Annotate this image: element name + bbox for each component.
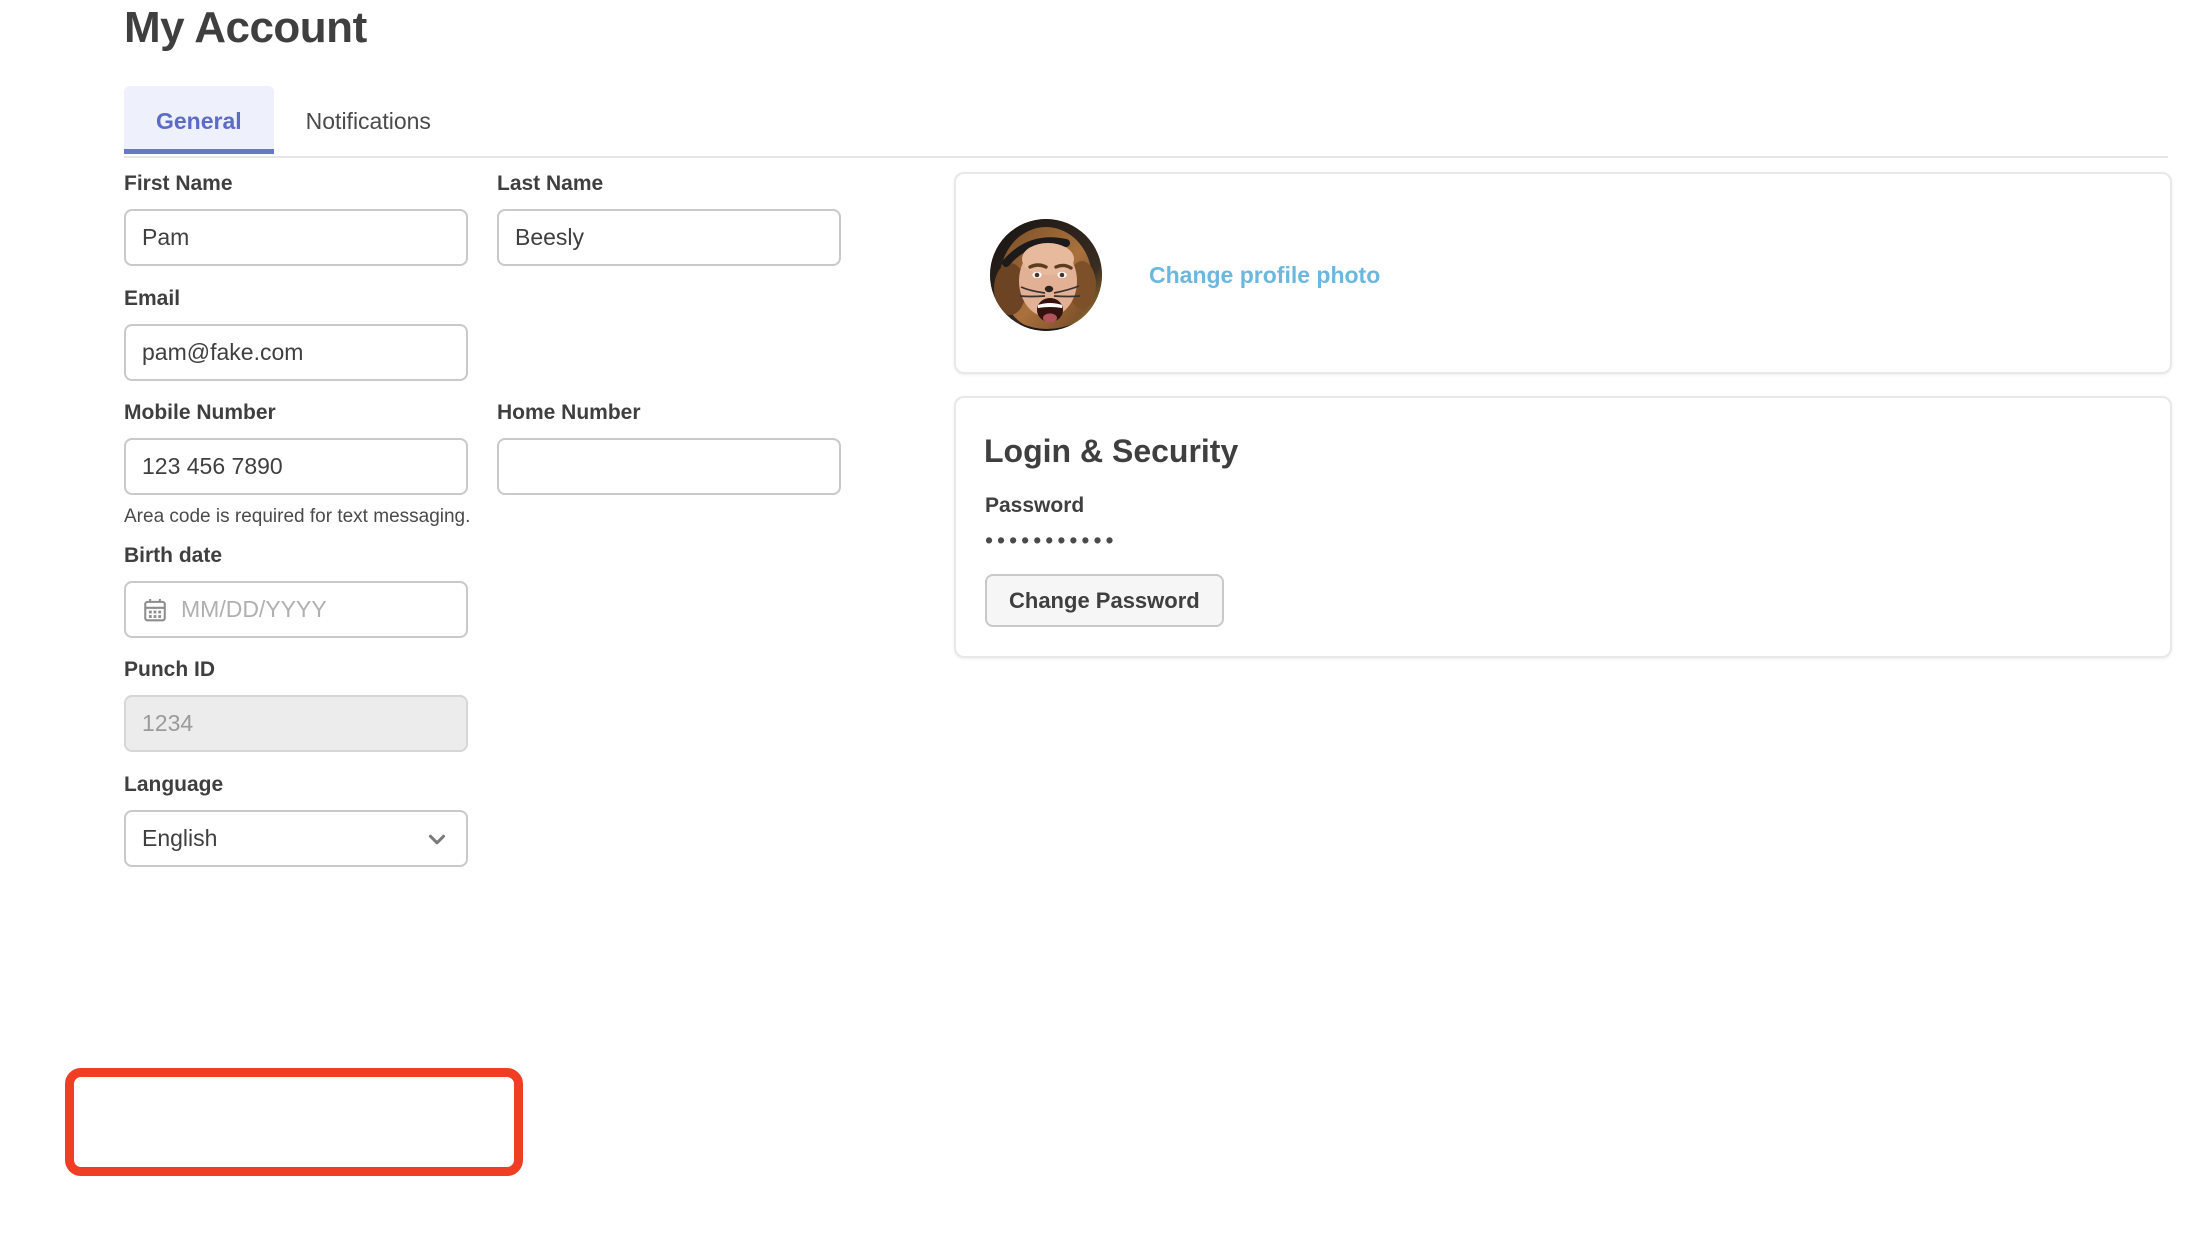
language-label: Language [124,773,224,796]
home-number-label: Home Number [497,401,641,424]
mobile-number-helper: Area code is required for text messaging… [124,506,471,527]
home-number-input[interactable] [497,438,841,495]
tab-bar: General Notifications [124,86,463,154]
password-masked-value: ••••••••••• [985,527,1118,553]
mobile-number-value: 123 456 7890 [142,453,283,479]
birth-date-placeholder: MM/DD/YYYY [181,596,327,622]
profile-photo-card: Change profile photo [954,172,2172,374]
tab-divider [124,156,2168,158]
mobile-number-input[interactable]: 123 456 7890 [124,438,468,495]
chevron-down-icon [428,834,446,844]
field-first-name: First Name Pam [124,172,468,266]
birth-date-label: Birth date [124,544,223,567]
first-name-value: Pam [142,224,190,250]
field-language: Language English [124,773,468,867]
email-input[interactable]: pam@fake.com [124,324,468,381]
change-password-label: Change Password [1009,587,1200,613]
punch-id-label: Punch ID [124,658,216,681]
login-security-card: Login & Security Password ••••••••••• Ch… [954,396,2172,658]
login-security-title: Login & Security [984,433,1239,469]
tab-general[interactable]: General [124,86,274,154]
field-home-number: Home Number [497,401,841,495]
field-birth-date: Birth date MM/DD/YYYY [124,544,468,638]
tab-general-label: General [156,108,242,134]
language-value: English [142,825,218,851]
avatar [990,219,1102,331]
field-last-name: Last Name Beesly [497,172,841,266]
email-value: pam@fake.com [142,339,304,365]
field-mobile-number: Mobile Number 123 456 7890 Area code is … [124,401,470,528]
language-select[interactable]: English [124,810,468,867]
last-name-label: Last Name [497,172,604,195]
avatar-image [990,219,1102,331]
birth-date-input[interactable]: MM/DD/YYYY [124,581,468,638]
last-name-value: Beesly [515,224,585,250]
page-title: My Account [124,3,367,52]
last-name-input[interactable]: Beesly [497,209,841,266]
change-password-button[interactable]: Change Password [985,574,1224,627]
tab-notifications-label: Notifications [305,108,431,134]
first-name-label: First Name [124,172,233,195]
email-label: Email [124,287,181,310]
highlight-annotation-language [65,1068,523,1176]
punch-id-value: 1234 [142,710,194,736]
tab-notifications[interactable]: Notifications [274,86,463,154]
calendar-icon [144,598,166,621]
mobile-number-label: Mobile Number [124,401,276,424]
field-email: Email pam@fake.com [124,287,468,381]
first-name-input[interactable]: Pam [124,209,468,266]
field-punch-id: Punch ID 1234 [124,658,468,752]
punch-id-input: 1234 [124,695,468,752]
change-profile-photo-link[interactable]: Change profile photo [1149,261,1380,289]
password-label: Password [985,494,1085,517]
